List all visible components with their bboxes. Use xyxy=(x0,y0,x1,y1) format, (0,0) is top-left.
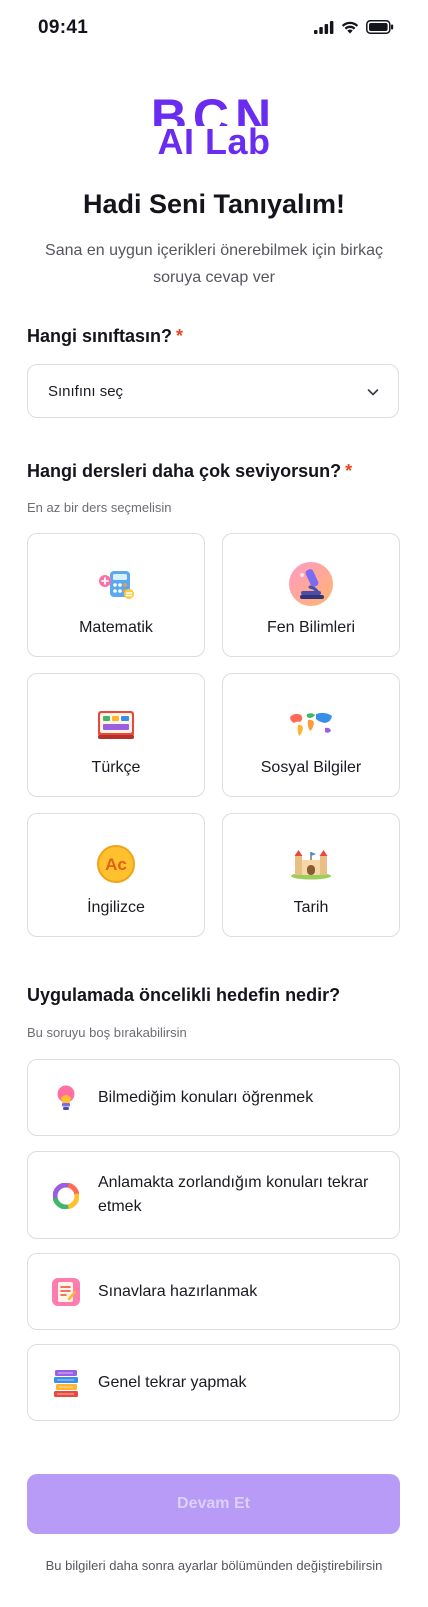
page-subtitle: Sana en uygun içerikleri önerebilmek içi… xyxy=(45,242,383,286)
subject-label: Fen Bilimleri xyxy=(266,619,355,636)
page-title: Hadi Seni Tanıyalım! xyxy=(82,189,346,219)
goals-question-label: Uygulamada öncelikli hedefin nedir? xyxy=(27,985,341,1005)
goal-option-general-review[interactable]: Genel tekrar yapmak xyxy=(27,1344,400,1421)
grade-select[interactable]: Sınıfını seç xyxy=(27,364,399,418)
goal-option-text: Anlamakta zorlandığım konuları tekrar et… xyxy=(98,1174,369,1215)
goal-option-text: Sınavlara hazırlanmak xyxy=(98,1283,258,1300)
grade-question-text: Hangi sınıftasın? xyxy=(27,326,173,346)
castle-icon xyxy=(291,850,331,880)
refresh-ring-icon xyxy=(53,1183,79,1209)
wifi-icon xyxy=(341,21,359,34)
subject-label: İngilizce xyxy=(87,899,145,916)
subjects-question-text: Hangi dersleri daha çok seviyorsun? xyxy=(27,461,342,481)
cellular-signal-icon xyxy=(314,20,334,34)
subject-card-sosyal-bilgiler[interactable]: Sosyal Bilgiler xyxy=(222,673,400,797)
status-icons xyxy=(314,20,394,34)
subject-card-fen-bilimleri[interactable]: Fen Bilimleri xyxy=(222,533,400,657)
subject-card-matematik[interactable]: Matematik xyxy=(27,533,205,657)
grade-question-label: Hangi sınıftasın? * xyxy=(27,326,183,347)
subject-label: Sosyal Bilgiler xyxy=(260,759,362,776)
logo-bottom-line: AI Lab xyxy=(157,121,271,162)
book-icon xyxy=(98,711,134,739)
microscope-icon xyxy=(289,562,333,606)
subjects-question-label: Hangi dersleri daha çok seviyorsun? * xyxy=(27,461,352,482)
continue-button[interactable]: Devam Et xyxy=(27,1474,400,1534)
goal-option-text: Genel tekrar yapmak xyxy=(98,1374,247,1391)
chevron-down-icon xyxy=(367,389,379,396)
battery-icon xyxy=(366,20,394,34)
onboarding-screen: 09:41 BCN AI Lab Hadi Seni Tanıyalım! Sa… xyxy=(0,0,428,1607)
grade-select-value: Sınıfını seç xyxy=(48,383,124,400)
svg-text:Ac: Ac xyxy=(105,855,127,874)
goals-hint: Bu soruyu boş bırakabilirsin xyxy=(27,1025,187,1040)
status-bar: 09:41 xyxy=(0,0,428,58)
status-time: 09:41 xyxy=(38,17,89,38)
subject-card-turkce[interactable]: Türkçe xyxy=(27,673,205,797)
settings-footer-note: Bu bilgileri daha sonra ayarlar bölümünd… xyxy=(45,1558,383,1573)
brand-logo: BCN AI Lab xyxy=(0,88,428,162)
required-mark: * xyxy=(176,326,184,346)
exam-paper-icon xyxy=(52,1278,80,1306)
goal-option-learn-unknown[interactable]: Bilmediğim konuları öğrenmek xyxy=(27,1059,400,1136)
calculator-icon xyxy=(99,571,134,599)
goal-option-review-difficult[interactable]: Anlamakta zorlandığım konuları tekrar et… xyxy=(27,1151,400,1239)
world-map-icon xyxy=(290,712,332,736)
subjects-hint: En az bir ders seçmelisin xyxy=(27,500,172,515)
book-stack-icon xyxy=(54,1370,78,1397)
lightbulb-icon xyxy=(57,1085,75,1110)
subject-card-tarih[interactable]: Tarih xyxy=(222,813,400,937)
goal-option-exam-prep[interactable]: Sınavlara hazırlanmak xyxy=(27,1253,400,1330)
subject-label: Tarih xyxy=(293,899,329,916)
goal-option-text: Bilmediğim konuları öğrenmek xyxy=(98,1089,314,1106)
language-icon: Ac xyxy=(97,845,135,883)
required-mark: * xyxy=(345,461,353,481)
subject-card-ingilizce[interactable]: Ac İngilizce xyxy=(27,813,205,937)
subject-label: Türkçe xyxy=(91,759,141,776)
subject-label: Matematik xyxy=(79,619,153,636)
